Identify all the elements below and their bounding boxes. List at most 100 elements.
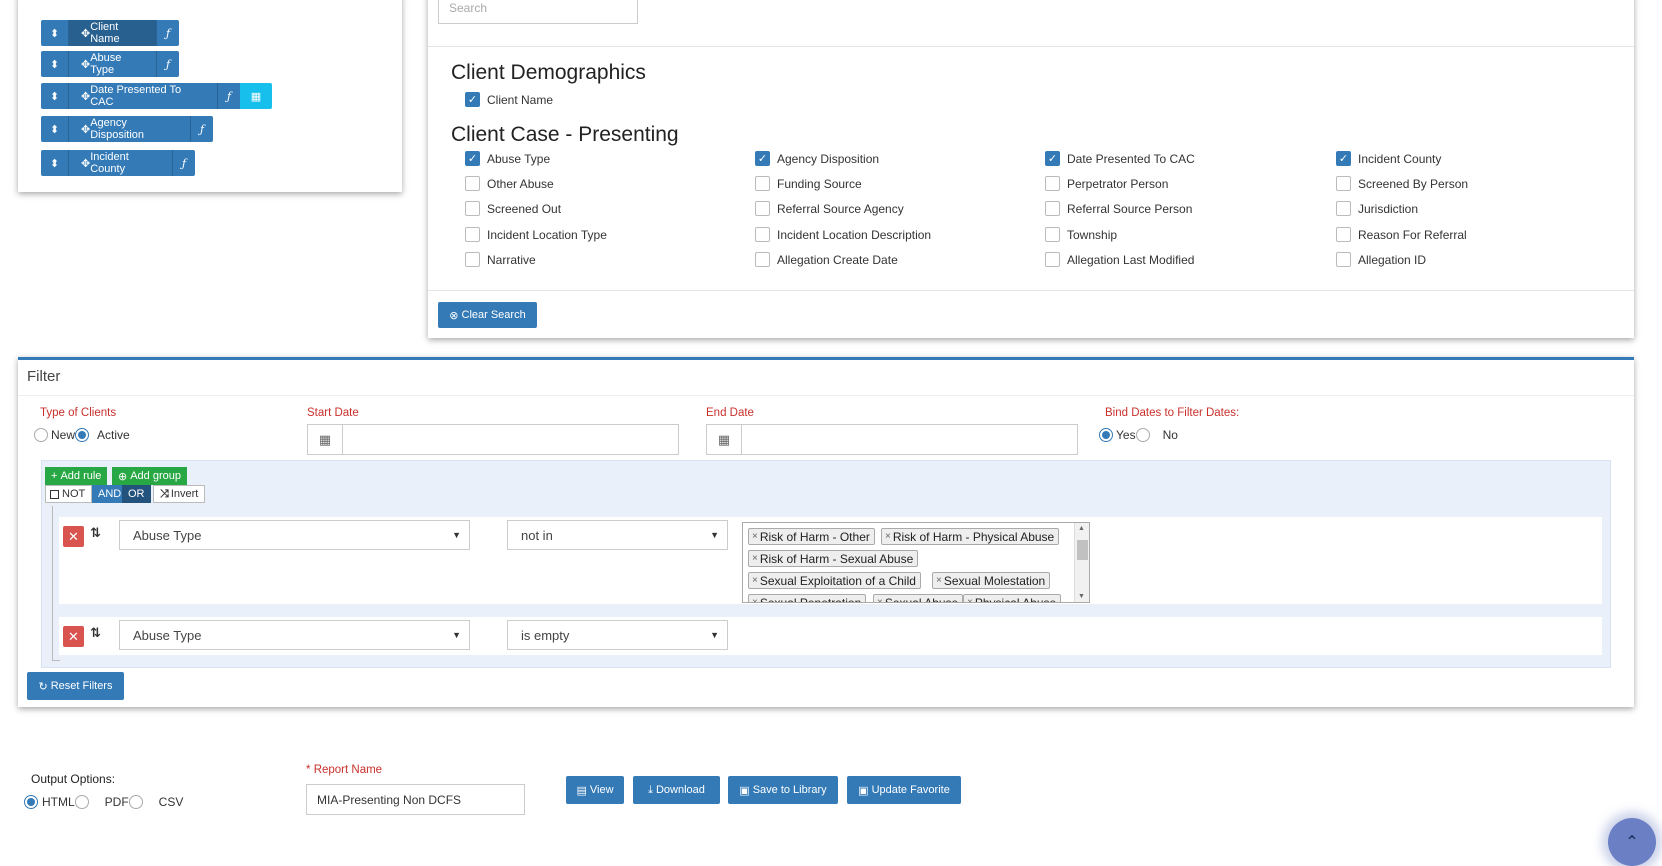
end-date-input[interactable] [742,424,1078,455]
column-item-incident-county[interactable]: ⬍ ✥ Incident County ƒ [41,150,195,176]
checkbox-icon[interactable] [755,227,770,242]
rule-operator-select[interactable]: is empty ▼ [507,620,728,650]
remove-tag-icon[interactable]: × [752,575,758,586]
sort-icon[interactable]: ⬍ [41,150,69,176]
remove-tag-icon[interactable]: × [752,553,758,564]
sort-arrows-icon[interactable]: ⇅ [90,625,101,641]
delete-rule-button[interactable]: ✕ [63,626,84,647]
checkbox-icon[interactable] [465,252,480,267]
sort-icon[interactable]: ⬍ [41,20,69,46]
rule-field-select[interactable]: Abuse Type ▼ [119,520,470,550]
remove-tag-icon[interactable]: × [936,575,942,586]
add-group-button[interactable]: ⊕ Add group [112,467,187,485]
function-icon[interactable]: ƒ [191,116,213,142]
check-icon[interactable]: ✓ [1045,151,1060,166]
report-name-input[interactable]: MIA-Presenting Non DCFS [306,784,525,815]
checkbox-case-item[interactable]: Incident Location Type [465,227,607,242]
calendar-icon[interactable]: ▦ [240,83,272,109]
radio-new[interactable] [34,428,48,442]
scrollbar[interactable]: ▲ ▼ [1074,523,1089,602]
remove-tag-icon[interactable]: × [885,531,891,542]
download-button[interactable]: ⤓ Download [633,776,720,804]
checkbox-case-item[interactable]: Allegation Create Date [755,252,898,267]
checkbox-case-item[interactable]: Screened By Person [1336,176,1468,191]
checkbox-case-item[interactable]: Other Abuse [465,176,554,191]
function-icon[interactable]: ƒ [218,83,240,109]
checkbox-case-item[interactable]: Allegation Last Modified [1045,252,1194,267]
check-icon[interactable]: ✓ [465,92,480,107]
checkbox-case-item[interactable]: ✓ Abuse Type [465,151,550,166]
checkbox-case-item[interactable]: ✓ Incident County [1336,151,1441,166]
calendar-icon[interactable]: ▦ [706,424,742,455]
checkbox-icon[interactable] [1336,252,1351,267]
checkbox-case-item[interactable]: Funding Source [755,176,862,191]
view-button[interactable]: ▤ View [566,776,624,804]
value-tag[interactable]: × Risk of Harm - Other [748,528,875,545]
checkbox-icon[interactable] [755,176,770,191]
checkbox-case-item[interactable]: Referral Source Person [1045,201,1192,216]
add-rule-button[interactable]: + Add rule [45,467,108,485]
remove-tag-icon[interactable]: × [967,597,973,602]
check-icon[interactable]: ✓ [1336,151,1351,166]
checkbox-case-item[interactable]: ✓ Agency Disposition [755,151,879,166]
column-item-agency-disposition[interactable]: ⬍ ✥ Agency Disposition ƒ [41,116,213,142]
column-item-date-presented[interactable]: ⬍ ✥ Date Presented To CAC ƒ ▦ [41,83,272,109]
checkbox-icon[interactable] [465,201,480,216]
value-tag[interactable]: × Sexual Molestation [932,572,1051,589]
not-toggle[interactable]: NOT [45,485,92,503]
checkbox-client-name[interactable]: ✓ Client Name [465,92,553,107]
rule-operator-select[interactable]: not in ▼ [507,520,728,550]
column-label[interactable]: ✥ Date Presented To CAC [69,83,218,109]
radio-csv[interactable] [128,795,143,809]
checkbox-case-item[interactable]: ✓ Date Presented To CAC [1045,151,1195,166]
column-label[interactable]: ✥ Incident County [69,150,173,176]
radio-html[interactable] [24,795,38,809]
column-label[interactable]: ✥ Agency Disposition [69,116,191,142]
checkbox-icon[interactable] [1045,252,1060,267]
sort-icon[interactable]: ⬍ [41,51,69,77]
checkbox-icon[interactable] [465,176,480,191]
rule-value-multiselect[interactable]: × Risk of Harm - Other × Risk of Harm - Phy… [742,522,1090,603]
function-icon[interactable]: ƒ [157,20,179,46]
value-tag[interactable]: × Sexual Exploitation of a Child [748,572,921,589]
function-icon[interactable]: ƒ [173,150,195,176]
checkbox-case-item[interactable]: Township [1045,227,1117,242]
column-label[interactable]: ✥ Abuse Type [69,51,157,77]
check-icon[interactable]: ✓ [465,151,480,166]
remove-tag-icon[interactable]: × [877,597,883,602]
scroll-to-top-button[interactable]: ⌃ [1608,818,1656,866]
rule-field-select[interactable]: Abuse Type ▼ [119,620,470,650]
sort-arrows-icon[interactable]: ⇅ [90,525,101,541]
radio-no[interactable] [1135,428,1150,442]
value-tag[interactable]: × Physical Abuse [963,594,1062,602]
checkbox-case-item[interactable]: Perpetrator Person [1045,176,1168,191]
checkbox-case-item[interactable]: Allegation ID [1336,252,1426,267]
checkbox-icon[interactable] [1336,227,1351,242]
invert-button[interactable]: ⤨ Invert [153,485,206,503]
column-label[interactable]: ✥ Client Name [69,20,157,46]
save-to-library-button[interactable]: ▣ Save to Library [728,776,838,804]
value-tag[interactable]: × Risk of Harm - Physical Abuse [881,528,1060,545]
update-favorite-button[interactable]: ▣ Update Favorite [847,776,961,804]
checkbox-icon[interactable] [1336,201,1351,216]
checkbox-case-item[interactable]: Narrative [465,252,536,267]
value-tag[interactable]: × Sexual Abuse [873,594,964,602]
scroll-thumb[interactable] [1077,540,1088,560]
checkbox-icon[interactable] [1045,176,1060,191]
radio-pdf[interactable] [74,795,89,809]
scroll-up-icon[interactable]: ▲ [1078,525,1085,532]
remove-tag-icon[interactable]: × [752,531,758,542]
start-date-input[interactable] [343,424,679,455]
checkbox-case-item[interactable]: Jurisdiction [1336,201,1418,216]
value-tag[interactable]: × Sexual Penetration [748,594,867,602]
or-toggle[interactable]: OR [122,485,151,503]
remove-tag-icon[interactable]: × [752,597,758,602]
checkbox-case-item[interactable]: Screened Out [465,201,561,216]
check-icon[interactable]: ✓ [755,151,770,166]
sort-icon[interactable]: ⬍ [41,116,69,142]
checkbox-case-item[interactable]: Reason For Referral [1336,227,1467,242]
column-item-client-name[interactable]: ⬍ ✥ Client Name ƒ [41,20,179,46]
calendar-icon[interactable]: ▦ [307,424,343,455]
checkbox-icon[interactable] [1336,176,1351,191]
column-item-abuse-type[interactable]: ⬍ ✥ Abuse Type ƒ [41,51,179,77]
